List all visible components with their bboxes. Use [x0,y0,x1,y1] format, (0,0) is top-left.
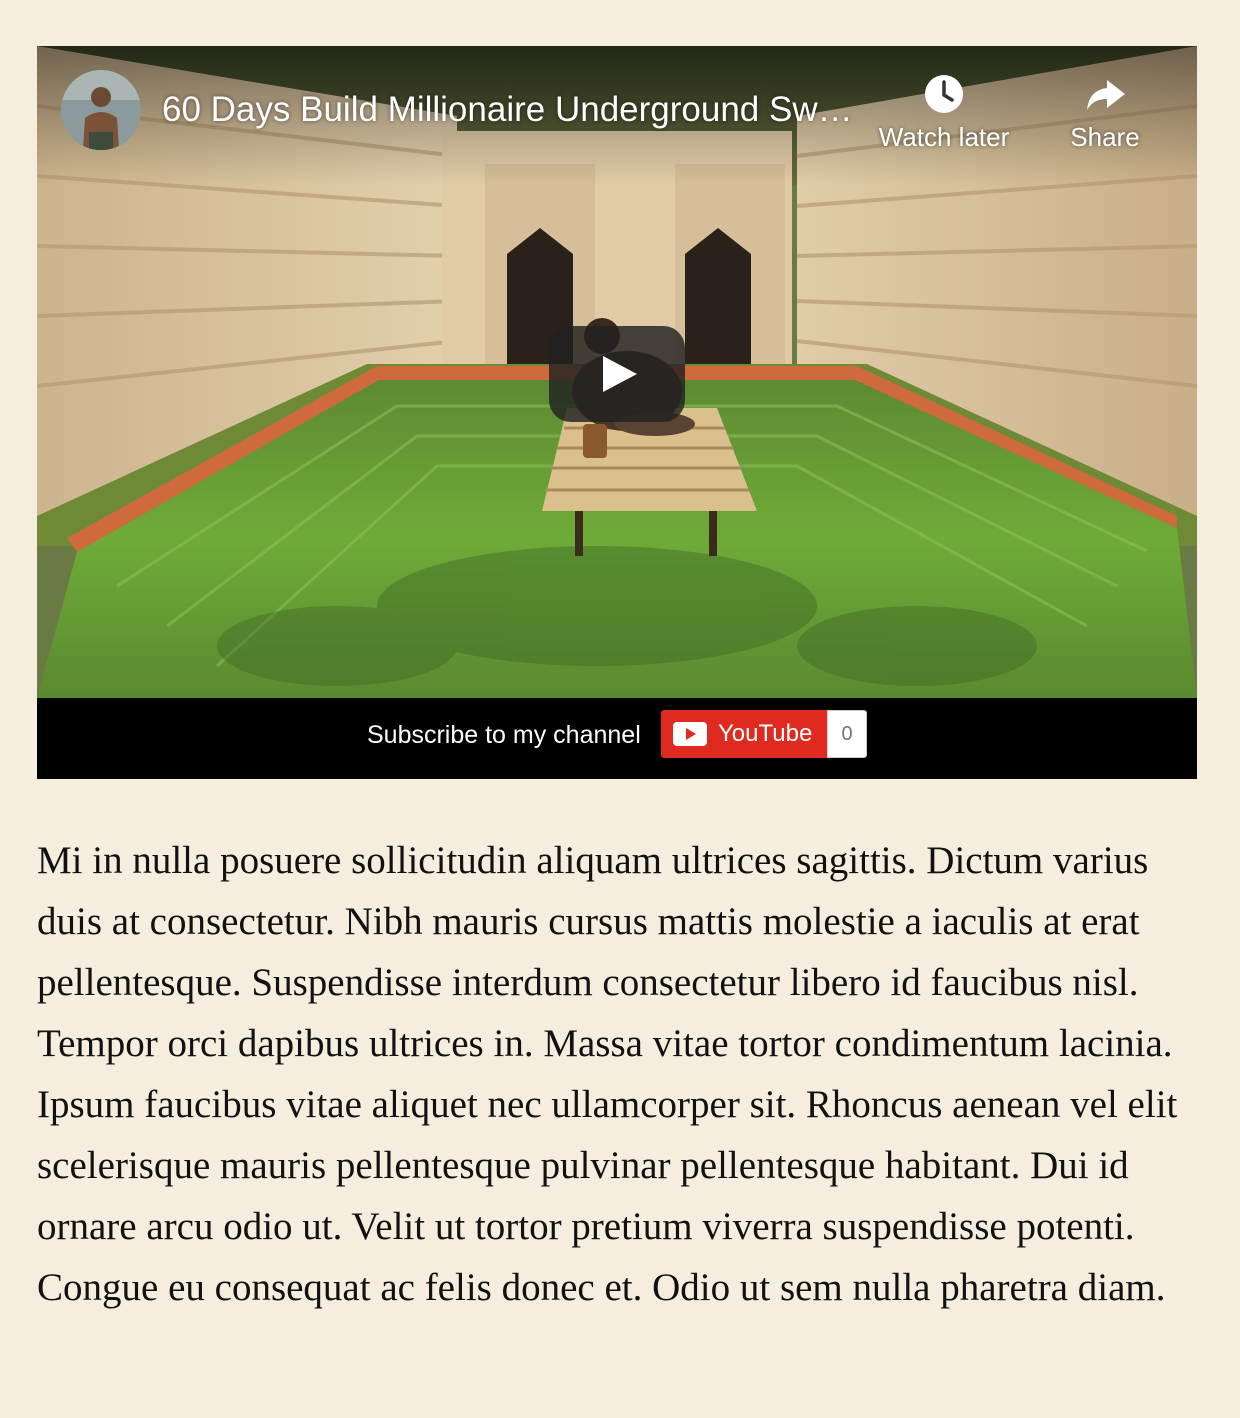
page: 60 Days Build Millionaire Underground Sw… [0,0,1240,1418]
channel-avatar[interactable] [61,70,141,150]
avatar-icon [61,70,141,150]
share-label: Share [1070,122,1140,152]
subscribe-bar: Subscribe to my channel YouTube 0 [37,698,1197,779]
clock-icon [925,75,963,113]
youtube-subscribe-button[interactable]: YouTube [661,710,827,758]
watch-later-label: Watch later [878,122,1010,152]
share-arrow-icon [1087,80,1125,110]
play-icon [603,356,637,392]
article-paragraph: Mi in nulla posuere sollicitudin aliquam… [37,839,1178,1309]
watch-later-button[interactable]: Watch later [869,72,1019,153]
share-button[interactable]: Share [1053,72,1157,153]
video-player[interactable]: 60 Days Build Millionaire Underground Sw… [37,46,1197,698]
youtube-logo-icon [673,722,707,746]
subscriber-count: 0 [827,710,867,758]
video-title[interactable]: 60 Days Build Millionaire Underground Sw… [162,88,862,132]
youtube-button-label: YouTube [718,720,813,747]
subscribe-text: Subscribe to my channel [367,721,641,749]
play-button[interactable] [549,326,685,422]
